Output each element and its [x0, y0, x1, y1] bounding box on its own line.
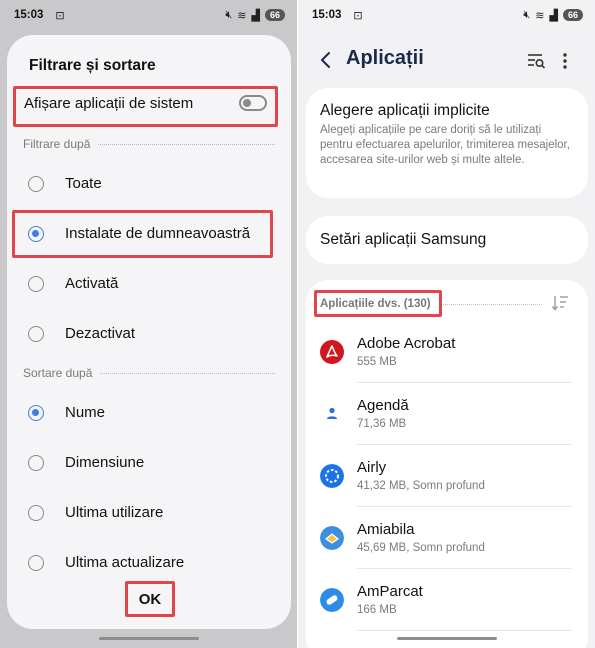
- sort-option-label: Nume: [65, 404, 106, 421]
- screenshot-icon: ⊡: [55, 9, 65, 22]
- radio-button[interactable]: [28, 505, 44, 521]
- screenshot-icon: ⊡: [353, 9, 363, 22]
- filter-section-heading: Filtrare după: [23, 137, 275, 151]
- app-name: AmParcat: [357, 583, 423, 600]
- app-size: 555 MB: [357, 356, 397, 368]
- radio-button[interactable]: [28, 176, 44, 192]
- search-list-icon[interactable]: [526, 52, 546, 70]
- sort-order-icon[interactable]: [550, 293, 570, 313]
- divider: [98, 143, 275, 145]
- sort-option-name[interactable]: Nume: [12, 393, 274, 433]
- filter-option-enabled[interactable]: Activată: [12, 264, 274, 304]
- amparcat-icon: [320, 588, 344, 612]
- radio-button[interactable]: [28, 276, 44, 292]
- wifi-icon: ≋: [535, 9, 545, 22]
- wifi-icon: ≋: [237, 9, 247, 22]
- filter-option-toate[interactable]: Toate: [12, 164, 274, 204]
- home-indicator: [98, 637, 199, 640]
- radio-button[interactable]: [28, 326, 44, 342]
- sort-option-size[interactable]: Dimensiune: [12, 443, 274, 483]
- mute-icon: 🔇︎: [523, 8, 531, 21]
- left-screen: 15:03 ⊡ 🔇︎ ≋ ▟ 66 Filtrare și sortare Af…: [0, 0, 297, 648]
- apps-section-heading: Aplicațiile dvs. (130): [320, 298, 542, 310]
- home-indicator: [396, 637, 497, 640]
- amiabila-icon: [320, 526, 344, 550]
- app-size: 71,36 MB: [357, 418, 407, 430]
- app-size: 166 MB: [357, 604, 397, 616]
- sort-option-label: Ultima actualizare: [65, 554, 185, 571]
- app-row-amiabila[interactable]: Amiabila 45,69 MB, Somn profund: [306, 507, 588, 569]
- filter-option-disabled[interactable]: Dezactivat: [12, 314, 274, 354]
- default-apps-card[interactable]: Alegere aplicații implicite Alegeți apli…: [306, 88, 588, 198]
- signal-icon: ▟: [549, 9, 558, 22]
- switch-knob: [243, 99, 251, 107]
- app-row-airly[interactable]: Airly 41,32 MB, Somn profund: [306, 445, 588, 507]
- app-row-agenda[interactable]: Agendă 71,36 MB: [306, 383, 588, 445]
- sort-section-label: Sortare după: [23, 366, 93, 380]
- app-bar: Aplicații: [298, 38, 595, 82]
- right-screen: 15:03 ⊡ 🔇︎ ≋ ▟ 66 Aplicații Alegere apli…: [298, 0, 595, 648]
- signal-icon: ▟: [251, 9, 260, 22]
- filter-option-label: Toate: [65, 175, 102, 192]
- app-name: Amiabila: [357, 521, 415, 538]
- divider: [100, 372, 275, 374]
- status-bar: 15:03 ⊡ 🔇︎ ≋ ▟ 66: [0, 0, 297, 30]
- sort-option-label: Ultima utilizare: [65, 504, 164, 521]
- filter-sort-dialog: Filtrare și sortare Afișare aplicații de…: [7, 35, 291, 629]
- sort-option-label: Dimensiune: [65, 454, 145, 471]
- adobe-acrobat-icon: [320, 340, 344, 364]
- filter-option-label: Instalate de dumneavoastră: [65, 225, 251, 242]
- filter-option-label: Activată: [65, 275, 119, 292]
- system-apps-toggle-row[interactable]: Afișare aplicații de sistem: [15, 86, 277, 123]
- sort-section-heading: Sortare după: [23, 366, 275, 380]
- samsung-app-settings-title: Setări aplicații Samsung: [320, 231, 487, 248]
- page-title: Aplicații: [346, 47, 424, 69]
- ok-button[interactable]: OK: [126, 583, 174, 616]
- more-options-icon[interactable]: [558, 51, 572, 71]
- filter-section-label: Filtrare după: [23, 137, 91, 151]
- back-arrow-icon[interactable]: [318, 50, 334, 70]
- app-name: Airly: [357, 459, 387, 476]
- apps-count-label: Aplicațiile dvs. (130): [320, 298, 431, 310]
- default-apps-description: Alegeți aplicațiile pe care doriți să le…: [320, 124, 570, 166]
- dialog-title: Filtrare și sortare: [29, 57, 156, 74]
- filter-option-installed[interactable]: Instalate de dumneavoastră: [12, 214, 274, 254]
- sort-option-last-updated[interactable]: Ultima actualizare: [12, 543, 274, 583]
- system-apps-toggle-label: Afișare aplicații de sistem: [24, 95, 194, 112]
- radio-button-selected[interactable]: [28, 226, 44, 242]
- app-name: Agendă: [357, 397, 409, 414]
- app-size: 45,69 MB, Somn profund: [357, 542, 485, 554]
- apps-list-card: Aplicațiile dvs. (130) Adobe Acrobat 555…: [306, 280, 588, 648]
- battery-indicator: 66: [562, 9, 583, 21]
- app-row-adobe-acrobat[interactable]: Adobe Acrobat 555 MB: [306, 321, 588, 383]
- divider: [438, 303, 542, 305]
- radio-button[interactable]: [28, 455, 44, 471]
- divider: [357, 630, 572, 631]
- samsung-app-settings-card[interactable]: Setări aplicații Samsung: [306, 216, 588, 264]
- sort-option-last-used[interactable]: Ultima utilizare: [12, 493, 274, 533]
- filter-option-label: Dezactivat: [65, 325, 136, 342]
- mute-icon: 🔇︎: [225, 8, 233, 21]
- status-bar: 15:03 ⊡ 🔇︎ ≋ ▟ 66: [298, 0, 595, 30]
- status-time: 15:03: [14, 9, 44, 21]
- app-name: Adobe Acrobat: [357, 335, 456, 352]
- battery-indicator: 66: [264, 9, 285, 21]
- radio-button[interactable]: [28, 555, 44, 571]
- app-row-amparcat[interactable]: AmParcat 166 MB: [306, 569, 588, 631]
- status-time: 15:03: [312, 9, 342, 21]
- app-size: 41,32 MB, Somn profund: [357, 480, 485, 492]
- radio-button-selected[interactable]: [28, 405, 44, 421]
- airly-icon: [320, 464, 344, 488]
- default-apps-title: Alegere aplicații implicite: [320, 102, 490, 119]
- system-apps-switch[interactable]: [239, 95, 267, 111]
- agenda-icon: [320, 402, 344, 426]
